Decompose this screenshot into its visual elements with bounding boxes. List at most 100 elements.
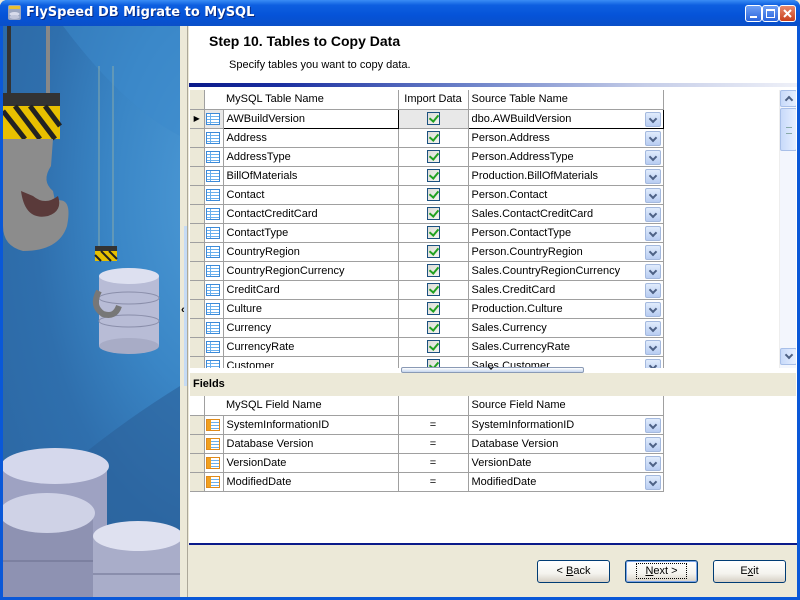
table-row[interactable]: ContactCreditCard Sales.ContactCreditCard [190, 204, 664, 224]
mysql-table-name-cell[interactable]: Address [223, 128, 399, 148]
source-table-cell[interactable]: Sales.CurrencyRate [468, 337, 664, 357]
scroll-up-button[interactable] [780, 90, 796, 107]
chevron-down-icon[interactable] [644, 111, 661, 127]
column-header-source-table[interactable]: Source Table Name [468, 90, 664, 110]
chevron-down-icon[interactable] [644, 130, 661, 146]
row-indicator[interactable] [190, 147, 205, 167]
table-row[interactable]: CountryRegionCurrency Sales.CountryRegion… [190, 261, 664, 281]
chevron-down-icon[interactable] [644, 187, 661, 203]
table-row[interactable]: ▶ AWBuildVersion dbo.AWBuildVersion [190, 108, 664, 129]
import-data-checkbox[interactable] [426, 264, 440, 277]
import-data-checkbox[interactable] [426, 169, 440, 182]
mysql-table-name-cell[interactable]: Culture [223, 299, 399, 319]
row-indicator[interactable] [190, 166, 205, 186]
mysql-table-name-cell[interactable]: BillOfMaterials [223, 166, 399, 186]
mysql-table-name-cell[interactable]: CurrencyRate [223, 337, 399, 357]
source-field-cell[interactable]: SystemInformationID [468, 415, 664, 435]
row-indicator[interactable] [190, 299, 205, 319]
mysql-table-name-cell[interactable]: CountryRegion [223, 242, 399, 262]
import-data-checkbox[interactable] [426, 245, 440, 258]
column-header-mysql-table[interactable]: MySQL Table Name [223, 90, 399, 110]
chevron-down-icon[interactable] [644, 168, 661, 184]
field-row[interactable]: Database Version = Database Version [190, 434, 664, 454]
row-indicator[interactable]: ▶ [190, 109, 205, 129]
column-header-import-data[interactable]: Import Data [398, 90, 469, 110]
mysql-table-name-cell[interactable]: Currency [223, 318, 399, 338]
source-table-cell[interactable]: Person.ContactType [468, 223, 664, 243]
table-row[interactable]: Culture Production.Culture [190, 299, 664, 319]
panel-splitter[interactable]: ‹ [180, 26, 188, 597]
row-indicator[interactable] [190, 453, 205, 473]
source-table-cell[interactable]: Production.Culture [468, 299, 664, 319]
source-table-cell[interactable]: Sales.Currency [468, 318, 664, 338]
mysql-table-name-cell[interactable]: AWBuildVersion [222, 108, 399, 129]
mysql-field-name-cell[interactable]: VersionDate [223, 453, 399, 473]
row-indicator[interactable] [190, 223, 205, 243]
mysql-table-name-cell[interactable]: AddressType [223, 147, 399, 167]
scroll-thumb[interactable] [780, 108, 796, 151]
import-data-checkbox[interactable] [426, 302, 440, 315]
source-table-cell[interactable]: Person.CountryRegion [468, 242, 664, 262]
import-data-checkbox[interactable] [426, 188, 440, 201]
row-indicator[interactable] [190, 261, 205, 281]
import-data-checkbox[interactable] [426, 207, 440, 220]
tables-grid[interactable]: MySQL Table Name Import Data Source Tabl… [190, 90, 796, 368]
mysql-table-name-cell[interactable]: ContactType [223, 223, 399, 243]
mysql-table-name-cell[interactable]: CountryRegionCurrency [223, 261, 399, 281]
table-row[interactable]: Contact Person.Contact [190, 185, 664, 205]
row-indicator[interactable] [190, 204, 205, 224]
chevron-down-icon[interactable] [644, 301, 661, 317]
field-row[interactable]: SystemInformationID = SystemInformationID [190, 415, 664, 435]
chevron-down-icon[interactable] [644, 244, 661, 260]
row-indicator[interactable] [190, 337, 205, 357]
chevron-down-icon[interactable] [644, 474, 661, 490]
source-field-cell[interactable]: ModifiedDate [468, 472, 664, 492]
source-table-cell[interactable]: Person.Address [468, 128, 664, 148]
chevron-down-icon[interactable] [644, 358, 661, 368]
chevron-down-icon[interactable] [644, 320, 661, 336]
row-indicator[interactable] [190, 356, 205, 368]
mysql-field-name-cell[interactable]: Database Version [223, 434, 399, 454]
source-table-cell[interactable]: Sales.CountryRegionCurrency [468, 261, 664, 281]
table-row[interactable]: BillOfMaterials Production.BillOfMaterial… [190, 166, 664, 186]
field-row[interactable]: ModifiedDate = ModifiedDate [190, 472, 664, 492]
table-row[interactable]: CountryRegion Person.CountryRegion [190, 242, 664, 262]
import-data-checkbox[interactable] [426, 112, 440, 125]
source-field-cell[interactable]: Database Version [468, 434, 664, 454]
import-data-checkbox[interactable] [426, 150, 440, 163]
close-button[interactable] [779, 5, 796, 22]
mysql-table-name-cell[interactable]: Customer [223, 356, 399, 368]
source-table-cell[interactable]: Sales.CreditCard [468, 280, 664, 300]
import-data-checkbox[interactable] [426, 226, 440, 239]
chevron-down-icon[interactable] [644, 455, 661, 471]
row-indicator[interactable] [190, 242, 205, 262]
chevron-down-icon[interactable] [644, 149, 661, 165]
field-row[interactable]: VersionDate = VersionDate [190, 453, 664, 473]
row-indicator[interactable] [190, 434, 205, 454]
row-indicator[interactable] [190, 472, 205, 492]
row-indicator[interactable] [190, 128, 205, 148]
table-row[interactable]: Address Person.Address [190, 128, 664, 148]
column-header-mysql-field[interactable]: MySQL Field Name [223, 396, 399, 416]
row-indicator[interactable] [190, 415, 205, 435]
source-table-cell[interactable]: Person.Contact [468, 185, 664, 205]
source-table-cell[interactable]: Sales.ContactCreditCard [468, 204, 664, 224]
mysql-table-name-cell[interactable]: CreditCard [223, 280, 399, 300]
table-row[interactable]: AddressType Person.AddressType [190, 147, 664, 167]
mysql-table-name-cell[interactable]: Contact [223, 185, 399, 205]
source-field-cell[interactable]: VersionDate [468, 453, 664, 473]
table-row[interactable]: CurrencyRate Sales.CurrencyRate [190, 337, 664, 357]
row-indicator[interactable] [190, 185, 205, 205]
table-row[interactable]: CreditCard Sales.CreditCard [190, 280, 664, 300]
maximize-button[interactable] [762, 5, 779, 22]
exit-button[interactable]: Exit [713, 560, 786, 583]
fields-grid[interactable]: MySQL Field Name Source Field Name Syste… [190, 396, 796, 536]
chevron-down-icon[interactable] [644, 225, 661, 241]
chevron-down-icon[interactable] [644, 263, 661, 279]
row-indicator[interactable] [190, 318, 205, 338]
chevron-down-icon[interactable] [644, 282, 661, 298]
tables-vertical-scrollbar[interactable] [779, 90, 796, 368]
mysql-field-name-cell[interactable]: ModifiedDate [223, 472, 399, 492]
chevron-down-icon[interactable] [644, 206, 661, 222]
source-table-cell[interactable]: Person.AddressType [468, 147, 664, 167]
